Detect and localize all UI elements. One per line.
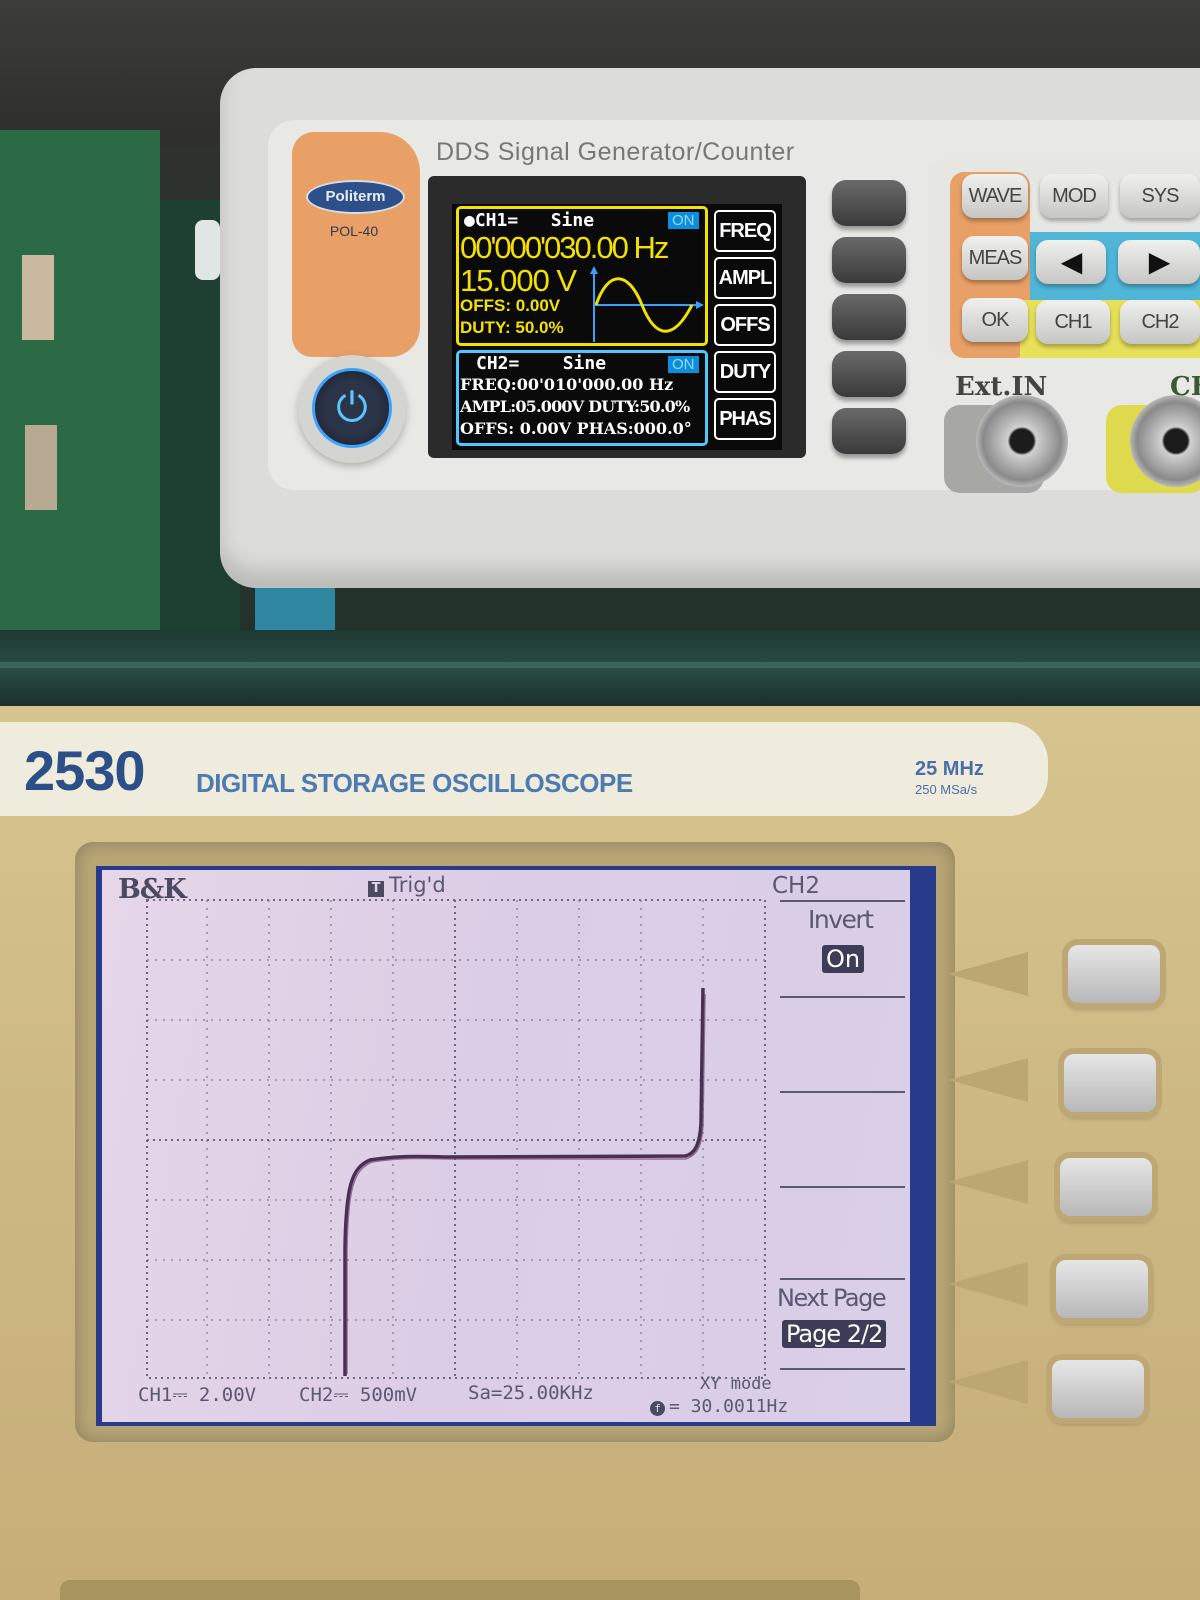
scope-bottom-edge	[60, 1580, 860, 1600]
menu-separator	[780, 996, 905, 998]
background-green-cabinet	[0, 130, 160, 650]
ch1-button[interactable]: CH1	[1036, 300, 1110, 344]
status-ch1-scale: CH1⎓ 2.00V	[138, 1384, 257, 1406]
ch1-label: ●CH1=	[464, 210, 519, 231]
status-frequency: f = 30.0011Hz	[650, 1396, 788, 1417]
ch2-amplitude-duty: AMPL:05.000V DUTY:50.0%	[460, 397, 690, 416]
menu-next-page-label: Next Page	[777, 1284, 887, 1312]
sys-button[interactable]: SYS	[1120, 174, 1200, 218]
generator-brand-logo: Politerm	[306, 180, 405, 214]
ch1-duty: DUTY: 50.0%	[460, 318, 564, 337]
scope-menu-button-4[interactable]	[1056, 1260, 1148, 1318]
button-bezel-wedge	[948, 1262, 1028, 1306]
trigger-label: Trig'd	[389, 873, 446, 897]
power-icon: ⏻	[336, 386, 368, 430]
ch2-header: CH2= Sine	[476, 353, 606, 374]
shelf	[0, 630, 1200, 706]
generator-softkey-button-5[interactable]	[832, 408, 906, 454]
softkey-duty: DUTY	[714, 351, 776, 393]
generator-softkey-button-4[interactable]	[832, 351, 906, 397]
ch1-status-badge: ON	[668, 212, 699, 229]
right-arrow-button[interactable]: ▶	[1118, 240, 1200, 284]
status-ch2-scale: CH2⎓ 500mV	[299, 1384, 418, 1406]
xy-plot-graticule	[146, 899, 766, 1379]
menu-invert-label: Invert	[808, 905, 874, 934]
ch1-header: ●CH1= Sine	[464, 210, 594, 231]
menu-separator	[780, 1278, 905, 1280]
oscilloscope-model: 2530	[24, 739, 146, 802]
ch1-offset: OFFS: 0.00V	[460, 296, 561, 315]
ch1-frequency: 00'000'030.00 Hz	[460, 230, 669, 265]
generator-softkey-button-1[interactable]	[832, 180, 906, 226]
menu-separator	[780, 1186, 905, 1188]
menu-page-value: Page 2/2	[782, 1320, 887, 1348]
button-bezel-wedge	[948, 1360, 1028, 1404]
scope-menu-button-5[interactable]	[1052, 1360, 1144, 1418]
trigger-icon: T	[368, 881, 384, 897]
scope-menu-button-2[interactable]	[1064, 1054, 1156, 1112]
generator-softkey-button-2[interactable]	[832, 237, 906, 283]
ch2-label: CH2=	[476, 353, 520, 374]
menu-separator	[780, 1368, 905, 1370]
shelf-edge	[0, 662, 1200, 668]
wave-button[interactable]: WAVE	[962, 174, 1028, 218]
softkey-phas: PHAS	[714, 398, 776, 440]
trigger-status: T Trig'd	[368, 873, 446, 897]
frequency-value: = 30.0011Hz	[669, 1396, 789, 1417]
status-mode: XY mode	[700, 1374, 772, 1394]
ok-button[interactable]: OK	[962, 298, 1028, 342]
arrow-right-icon: ▶	[1148, 246, 1171, 277]
oscilloscope-sample-rate: 250 MSa/s	[915, 782, 978, 797]
softkey-ampl: AMPL	[714, 257, 776, 299]
background-light	[195, 220, 220, 280]
button-bezel-wedge	[948, 1160, 1028, 1204]
softkey-freq: FREQ	[714, 210, 776, 252]
mod-button[interactable]: MOD	[1040, 174, 1108, 218]
ch2-frequency: FREQ:00'010'000.00 Hz	[460, 375, 674, 394]
ch2-wave: Sine	[562, 353, 607, 374]
scope-menu-button-3[interactable]	[1060, 1158, 1152, 1216]
oscilloscope-title: DIGITAL STORAGE OSCILLOSCOPE	[196, 768, 633, 798]
generator-title: DDS Signal Generator/Counter	[436, 138, 795, 166]
button-bezel-wedge	[948, 952, 1028, 996]
ch2-status-badge: ON	[668, 356, 699, 373]
meas-button[interactable]: MEAS	[962, 236, 1028, 280]
ch2-button[interactable]: CH2	[1120, 300, 1200, 344]
sine-wave-icon	[590, 266, 704, 342]
oscilloscope-bandwidth: 25 MHz	[915, 758, 984, 780]
menu-separator	[780, 1091, 905, 1093]
menu-channel-title: CH2	[772, 873, 820, 899]
frequency-icon: f	[650, 1401, 665, 1416]
generator-model: POL-40	[329, 223, 379, 239]
arrow-left-icon: ◀	[1060, 246, 1083, 277]
power-button[interactable]: ⏻	[312, 368, 392, 448]
menu-separator	[780, 900, 905, 902]
background-slot	[22, 255, 54, 340]
generator-brand-panel	[292, 132, 420, 357]
background-slot	[25, 425, 57, 510]
ch1-amplitude: 15.000 V	[460, 263, 577, 298]
button-bezel-wedge	[948, 1058, 1028, 1102]
bnc-connector-icon[interactable]	[976, 395, 1068, 487]
generator-softkey-button-3[interactable]	[832, 294, 906, 340]
scope-menu-button-1[interactable]	[1068, 945, 1160, 1003]
menu-invert-value: On	[822, 945, 865, 973]
left-arrow-button[interactable]: ◀	[1036, 240, 1106, 284]
ch1-wave: Sine	[550, 210, 595, 231]
ch2-offset-phase: OFFS: 0.00V PHAS:000.0°	[460, 419, 692, 438]
status-sample-rate: Sa=25.00KHz	[468, 1382, 594, 1404]
softkey-offs: OFFS	[714, 304, 776, 346]
